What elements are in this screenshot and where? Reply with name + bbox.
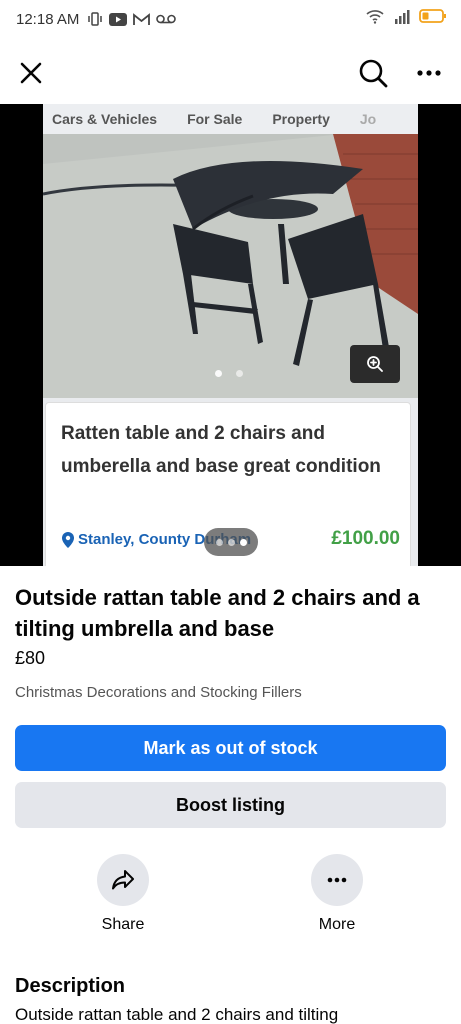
pager-dot <box>227 538 235 546</box>
description-text: Outside rattan table and 2 chairs and ti… <box>15 1005 339 1024</box>
status-time: 12:18 AM <box>16 10 80 28</box>
zoom-button[interactable] <box>350 345 400 383</box>
patio-photo <box>43 134 418 398</box>
listing-price: £80 <box>15 648 46 668</box>
photo-tab: Jo <box>359 111 377 127</box>
more-options-button[interactable] <box>412 56 446 90</box>
page-dot <box>236 370 243 377</box>
more-icon <box>417 70 441 76</box>
battery-icon <box>419 9 446 23</box>
zoom-in-icon <box>367 356 383 372</box>
page-dot <box>215 370 222 377</box>
photo-tab: For Sale <box>187 111 243 127</box>
photo-tab: Property <box>272 111 330 127</box>
voicemail-icon <box>156 14 177 24</box>
more-label: More <box>318 916 356 933</box>
more-button[interactable] <box>311 854 363 906</box>
share-button[interactable] <box>97 854 149 906</box>
gmail-icon <box>133 12 151 25</box>
card-price: £100.00 <box>331 528 400 549</box>
description-heading: Description <box>15 975 126 997</box>
photo-tab: Cars & Vehicles <box>52 111 158 127</box>
listing-photo-screenshot: Cars & Vehicles For Sale Property Jo Rat… <box>43 104 418 566</box>
signal-icon <box>395 10 410 24</box>
mark-out-of-stock-button[interactable]: Mark as out of stock <box>15 725 446 771</box>
search-button[interactable] <box>354 54 392 92</box>
share-icon <box>112 870 134 890</box>
more-action[interactable]: More <box>297 854 377 934</box>
status-notification-icons <box>87 12 177 26</box>
share-label: Share <box>101 916 145 933</box>
pager-dot <box>215 538 223 546</box>
status-system-icons <box>365 8 447 24</box>
vibrate-icon <box>88 12 103 26</box>
location-pin-icon <box>62 531 74 548</box>
pager-dot-active <box>239 538 247 546</box>
search-icon <box>359 59 388 88</box>
listing-category[interactable]: Christmas Decorations and Stocking Fille… <box>15 684 302 701</box>
wifi-icon <box>366 10 384 24</box>
card-title: Ratten table and 2 chairs and umberella … <box>61 423 381 477</box>
boost-listing-button[interactable]: Boost listing <box>15 782 446 828</box>
youtube-icon <box>109 12 128 26</box>
listing-title: Outside rattan table and 2 chairs and a … <box>15 585 420 641</box>
photo-page-indicator <box>215 370 243 377</box>
listing-media[interactable]: Cars & Vehicles For Sale Property Jo Rat… <box>0 104 461 566</box>
close-button[interactable] <box>14 56 48 90</box>
top-nav <box>0 40 461 104</box>
share-action[interactable]: Share <box>83 854 163 934</box>
close-icon <box>20 62 42 84</box>
status-bar: 12:18 AM <box>0 0 461 38</box>
photo-category-tabs: Cars & Vehicles For Sale Property Jo <box>43 104 418 134</box>
more-icon <box>327 877 347 883</box>
media-pager <box>204 528 258 556</box>
